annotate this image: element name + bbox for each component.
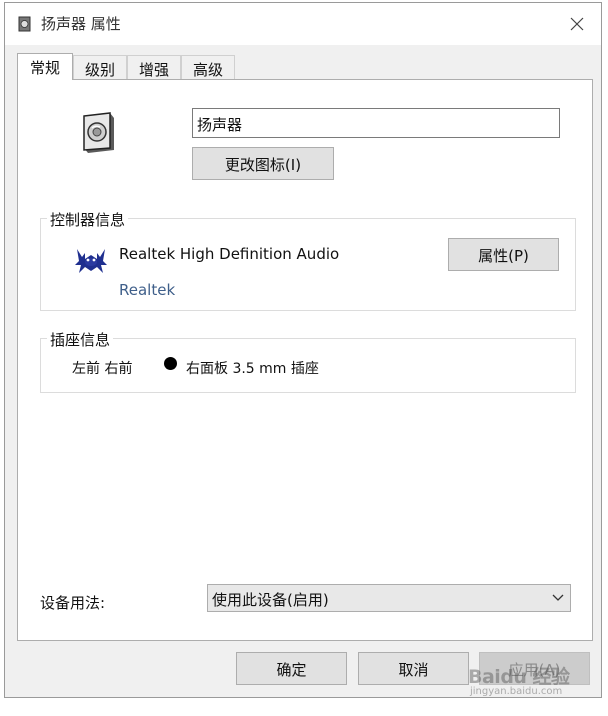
speaker-properties-dialog: 扬声器 属性 常规 级别 增强 高级 扬声器 更改图标(I) 控制器信息 Rea… bbox=[4, 2, 602, 698]
title-bar[interactable]: 扬声器 属性 bbox=[5, 3, 601, 45]
jack-info-legend: 插座信息 bbox=[47, 329, 114, 350]
jack-description: 右面板 3.5 mm 插座 bbox=[186, 361, 319, 377]
baidu-watermark: Baidu 经验 jingyan.baidu.com bbox=[462, 650, 602, 702]
speaker-device-icon bbox=[83, 112, 114, 153]
device-usage-select[interactable]: 使用此设备(启用) bbox=[207, 584, 571, 612]
watermark-text: Baidu 经验 bbox=[468, 666, 570, 688]
close-icon[interactable] bbox=[565, 12, 589, 36]
controller-properties-button[interactable]: 属性(P) bbox=[448, 238, 559, 271]
realtek-crab-logo-icon bbox=[75, 249, 107, 273]
controller-info-legend: 控制器信息 bbox=[47, 209, 129, 230]
device-name-input[interactable]: 扬声器 bbox=[192, 108, 560, 138]
speaker-icon bbox=[18, 16, 31, 32]
cancel-button[interactable]: 取消 bbox=[358, 652, 469, 685]
controller-name: Realtek High Definition Audio bbox=[119, 245, 340, 263]
ok-button[interactable]: 确定 bbox=[236, 652, 347, 685]
controller-vendor: Realtek bbox=[119, 281, 176, 299]
window-title: 扬声器 属性 bbox=[41, 15, 121, 33]
tab-enhancements[interactable]: 增强 bbox=[127, 55, 181, 79]
chevron-down-icon bbox=[552, 594, 564, 601]
tab-general[interactable]: 常规 bbox=[17, 53, 73, 80]
device-usage-label: 设备用法: bbox=[40, 594, 106, 612]
general-tab-panel: 扬声器 更改图标(I) 控制器信息 Realtek High Definitio… bbox=[17, 79, 593, 641]
change-icon-button[interactable]: 更改图标(I) bbox=[192, 147, 334, 180]
jack-color-dot-icon bbox=[164, 357, 177, 370]
jack-info-group: 插座信息 左前 右前 右面板 3.5 mm 插座 bbox=[40, 329, 576, 393]
jack-position: 左前 右前 bbox=[72, 361, 133, 377]
device-usage-value: 使用此设备(启用) bbox=[212, 591, 329, 609]
tab-advanced[interactable]: 高级 bbox=[181, 55, 235, 79]
controller-info-group: 控制器信息 Realtek High Definition Audio Real… bbox=[40, 209, 576, 311]
watermark-subtext: jingyan.baidu.com bbox=[470, 686, 563, 697]
tab-levels[interactable]: 级别 bbox=[73, 55, 127, 79]
